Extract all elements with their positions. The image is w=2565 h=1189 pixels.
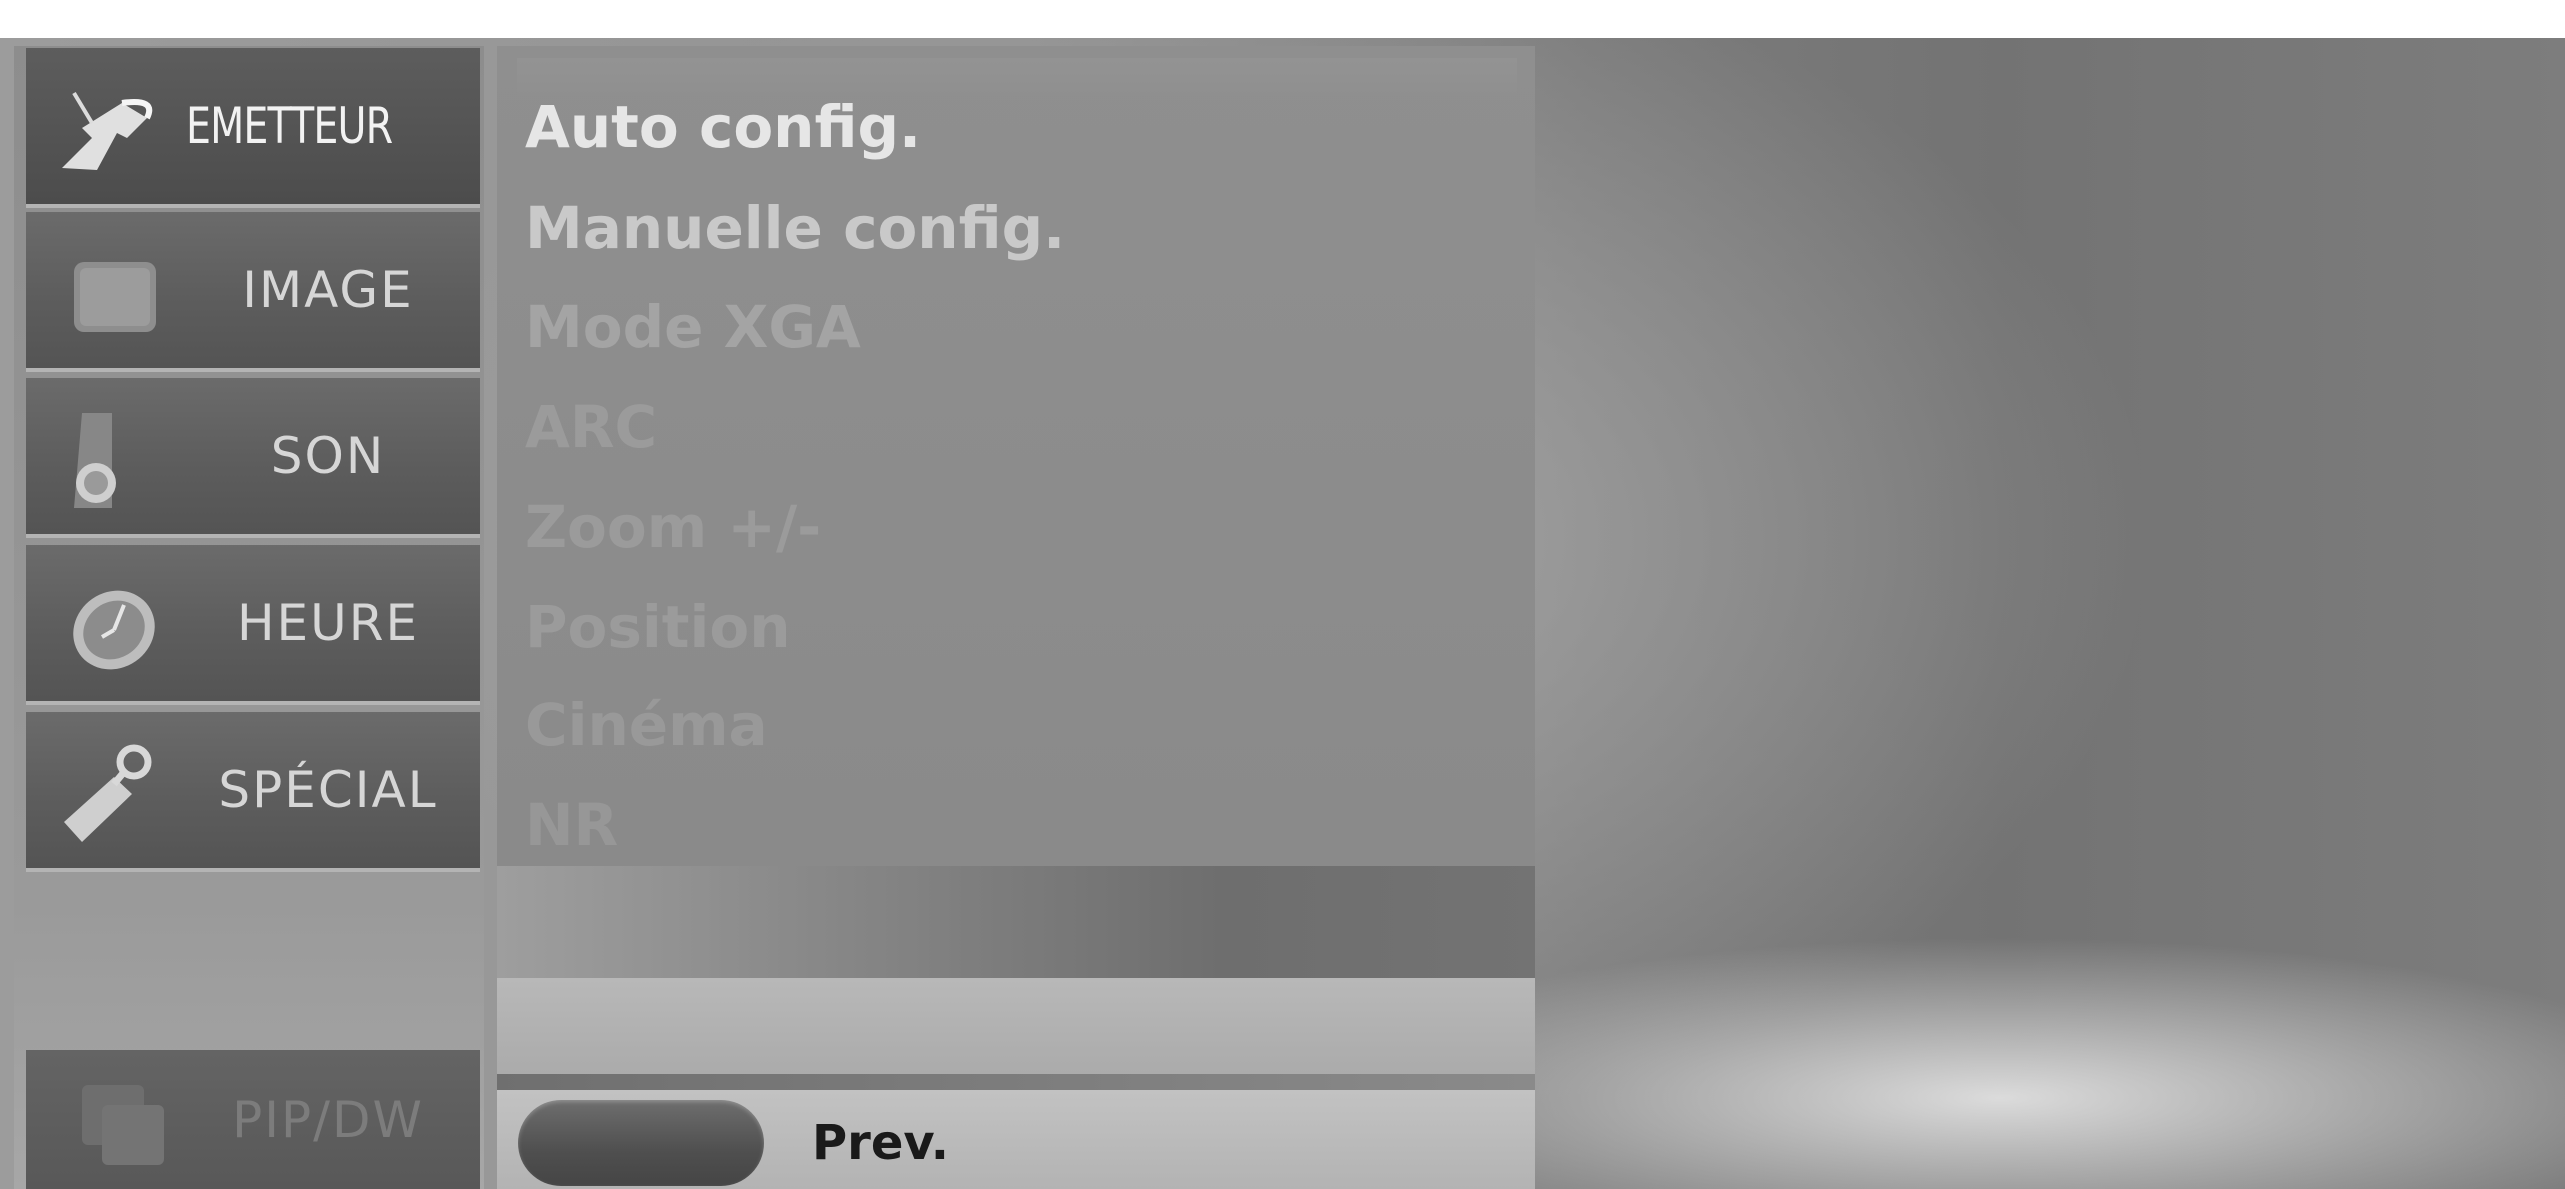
menu-item-auto-config[interactable]: Auto config. <box>525 82 921 172</box>
menu-item-arc[interactable]: ARC <box>525 382 657 472</box>
menu-divider <box>497 1074 1535 1090</box>
sidebar-item-label: HEURE <box>236 594 420 652</box>
menu-info-bar <box>497 978 1535 1074</box>
sidebar-item-label: SPÉCIAL <box>218 761 438 819</box>
menu-item-cinema[interactable]: Cinéma <box>525 680 768 770</box>
clock-icon <box>73 590 155 670</box>
menu-item-mode-xga[interactable]: Mode XGA <box>525 282 861 372</box>
sidebar-item-son[interactable]: SON <box>26 378 480 538</box>
sidebar-item-special[interactable]: SPÉCIAL <box>26 712 480 872</box>
menu-divider-band <box>497 866 1535 978</box>
prev-button[interactable] <box>518 1100 764 1186</box>
top-border <box>0 0 2565 38</box>
sidebar-item-emetteur[interactable]: EMETTEUR <box>26 48 480 208</box>
sidebar-item-label: SON <box>270 427 386 485</box>
speaker-icon <box>74 413 116 508</box>
satellite-dish-icon <box>62 91 153 170</box>
pip-window-icon <box>82 1085 164 1165</box>
sidebar-item-heure[interactable]: HEURE <box>26 545 480 705</box>
sidebar-item-label: IMAGE <box>242 261 414 319</box>
sidebar-item-label: PIP/DW <box>232 1090 424 1149</box>
menu-item-manuelle-config[interactable]: Manuelle config. <box>525 183 1065 273</box>
menu-item-position[interactable]: Position <box>525 582 791 672</box>
sidebar-item-pip-dw[interactable]: PIP/DW <box>26 1050 480 1189</box>
sidebar-item-label: EMETTEUR <box>186 97 393 155</box>
sidebar-item-image[interactable]: IMAGE <box>26 212 480 372</box>
tag-icon <box>64 744 152 842</box>
menu-item-zoom[interactable]: Zoom +/- <box>525 482 821 572</box>
menu-item-nr[interactable]: NR <box>525 780 618 870</box>
prev-label: Prev. <box>812 1115 950 1171</box>
picture-icon <box>74 262 156 332</box>
